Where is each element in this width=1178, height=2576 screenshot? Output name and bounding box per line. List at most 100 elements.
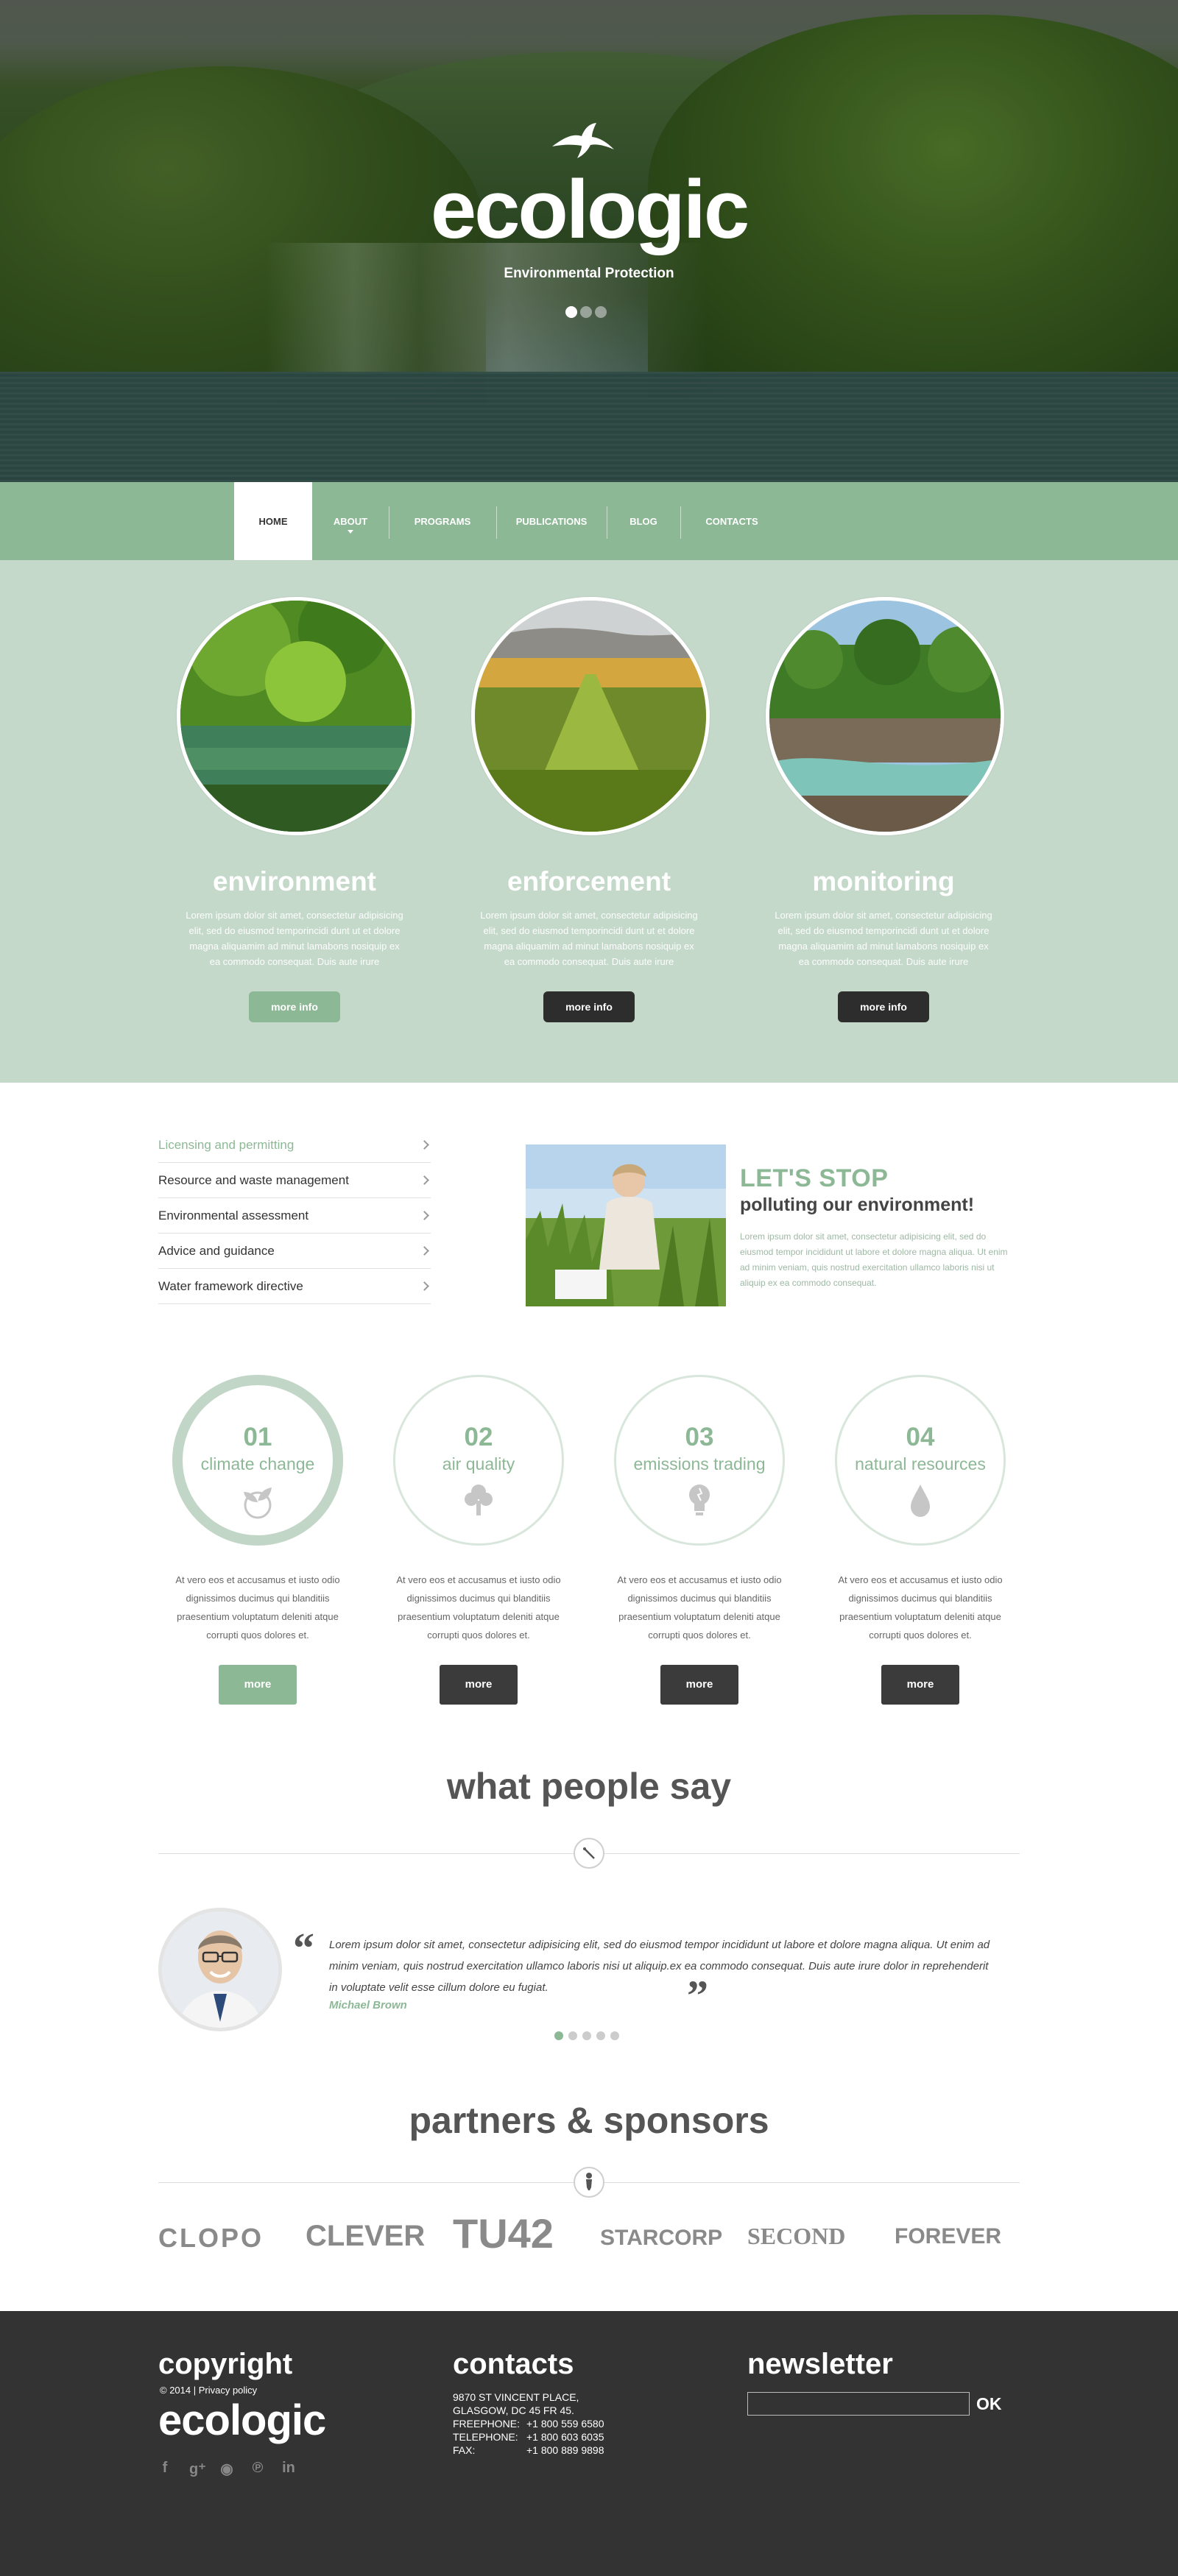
main-nav: HOME ABOUT PROGRAMS PUBLICATIONS BLOG CO…	[0, 482, 1178, 560]
leaf-badge-icon	[574, 1838, 604, 1869]
slider-pagination	[565, 306, 607, 318]
services-section: environment Lorem ipsum dolor sit amet, …	[0, 560, 1178, 1083]
list-item[interactable]: Advice and guidance	[158, 1234, 431, 1269]
more-info-button[interactable]: more info	[543, 991, 635, 1022]
lets-stop-subtitle: polluting our environment!	[740, 1195, 975, 1215]
pinterest-icon[interactable]: ℗	[251, 2460, 264, 2478]
feature-text: At vero eos et accusamus et iusto odio d…	[396, 1574, 561, 1641]
footer: copyright © 2014 | Privacy policy ecolog…	[0, 2311, 1178, 2576]
partners-title: partners & sponsors	[409, 2100, 769, 2141]
feature-number: 04	[906, 1423, 935, 1451]
feature-label: climate change	[200, 1454, 315, 1473]
feature-air-quality: 02 air quality At vero eos et accusamus …	[393, 1375, 564, 1705]
chevron-right-icon	[420, 1246, 429, 1256]
copyright-text[interactable]: © 2014 | Privacy policy	[160, 2385, 257, 2396]
tree-icon	[465, 1485, 493, 1515]
testimonial-dot[interactable]	[568, 2031, 577, 2040]
service-text: Lorem ipsum dolor sit amet, consectetur …	[186, 910, 403, 967]
monitoring-image[interactable]	[766, 597, 1004, 835]
more-button[interactable]: more	[219, 1665, 297, 1705]
testimonial-pagination	[554, 2031, 619, 2040]
rss-icon[interactable]: ◉	[220, 2460, 233, 2478]
more-button[interactable]: more	[440, 1665, 518, 1705]
chevron-right-icon	[420, 1175, 429, 1185]
copyright-title: copyright	[158, 2348, 293, 2380]
contacts-block: 9870 ST VINCENT PLACE, GLASGOW, DC 45 FR…	[453, 2391, 604, 2457]
nav-item-home[interactable]: HOME	[234, 482, 312, 560]
quote-open-icon: “	[293, 1924, 314, 1972]
linkedin-icon[interactable]: in	[282, 2460, 295, 2478]
service-title: monitoring	[812, 866, 955, 896]
nav-item-blog[interactable]: BLOG	[607, 482, 680, 560]
fax-number[interactable]: +1 800 889 9898	[526, 2444, 604, 2457]
newsletter-title: newsletter	[747, 2348, 893, 2380]
enforcement-image[interactable]	[471, 597, 710, 835]
service-text: Lorem ipsum dolor sit amet, consectetur …	[775, 910, 992, 967]
footer-logo[interactable]: ecologic	[158, 2396, 326, 2445]
service-card-enforcement: enforcement Lorem ipsum dolor sit amet, …	[471, 597, 710, 1022]
testimonial-dot[interactable]	[596, 2031, 605, 2040]
avatar	[158, 1908, 282, 2031]
service-card-monitoring: monitoring Lorem ipsum dolor sit amet, c…	[766, 597, 1004, 1022]
partner-logo-clever[interactable]: CLEVER	[306, 2220, 425, 2253]
feature-number: 03	[685, 1423, 714, 1451]
partner-logo-clopo[interactable]: CLOPO	[158, 2223, 264, 2254]
freephone-number[interactable]: +1 800 559 6580	[526, 2417, 604, 2430]
testimonials-title: what people say	[446, 1766, 732, 1807]
telephone-number[interactable]: +1 800 603 6035	[526, 2430, 604, 2444]
chevron-right-icon	[420, 1211, 429, 1220]
list-item[interactable]: Environmental assessment	[158, 1198, 431, 1234]
feature-text: At vero eos et accusamus et iusto odio d…	[617, 1574, 782, 1641]
service-title: enforcement	[507, 866, 671, 896]
quote-close-icon: ”	[687, 1972, 708, 2020]
testimonial-dot[interactable]	[582, 2031, 591, 2040]
bird-icon	[552, 123, 614, 158]
testimonial-dot[interactable]	[610, 2031, 619, 2040]
services-menu: Licensing and permitting Resource and wa…	[158, 1128, 431, 1304]
newsletter-email-input[interactable]	[747, 2392, 970, 2416]
list-item[interactable]: Resource and waste management	[158, 1163, 431, 1198]
contacts-title: contacts	[453, 2348, 574, 2380]
more-info-button[interactable]: more info	[838, 991, 929, 1022]
person-badge-icon	[574, 2167, 604, 2198]
partner-logo-second[interactable]: SECOND	[747, 2223, 845, 2250]
feature-emissions-trading: 03 emissions trading At vero eos et accu…	[614, 1375, 785, 1705]
more-info-button[interactable]: more info	[249, 991, 340, 1022]
slider-dot[interactable]	[580, 306, 592, 318]
woman-in-field-image	[526, 1144, 726, 1306]
nav-item-publications[interactable]: PUBLICATIONS	[496, 482, 607, 560]
testimonial-quote: Lorem ipsum dolor sit amet, consectetur …	[329, 1939, 990, 1994]
environment-image[interactable]	[177, 597, 415, 835]
google-plus-icon[interactable]: g⁺	[189, 2460, 206, 2478]
service-title: environment	[212, 866, 377, 896]
nav-item-programs[interactable]: PROGRAMS	[389, 482, 496, 560]
facebook-icon[interactable]: f	[158, 2460, 172, 2478]
partner-logo-starcorp[interactable]: STARCORP	[600, 2226, 722, 2251]
feature-natural-resources: 04 natural resources At vero eos et accu…	[835, 1375, 1006, 1705]
plant-globe-icon	[244, 1487, 272, 1519]
newsletter-submit-button[interactable]: OK	[976, 2392, 1002, 2416]
slider-dot[interactable]	[595, 306, 607, 318]
partners-logos: CLOPO CLEVER TU42 STARCORP SECOND FOREVE…	[158, 2210, 1020, 2260]
lightbulb-icon	[689, 1485, 710, 1515]
feature-label: air quality	[442, 1454, 515, 1473]
partner-logo-tu42[interactable]: TU42	[453, 2209, 554, 2257]
hero-logo[interactable]: ecologic	[368, 166, 810, 254]
list-item[interactable]: Licensing and permitting	[158, 1128, 431, 1163]
more-button[interactable]: more	[660, 1665, 738, 1705]
testimonial-author: Michael Brown	[329, 1999, 407, 2011]
nav-item-about[interactable]: ABOUT	[312, 482, 389, 560]
more-button[interactable]: more	[881, 1665, 959, 1705]
testimonial-dot[interactable]	[554, 2031, 563, 2040]
chevron-right-icon	[420, 1281, 429, 1291]
feature-text: At vero eos et accusamus et iusto odio d…	[175, 1574, 340, 1641]
nav-item-contacts[interactable]: CONTACTS	[680, 482, 783, 560]
slider-dot[interactable]	[565, 306, 577, 318]
social-links: f g⁺ ◉ ℗ in	[158, 2460, 295, 2478]
service-text: Lorem ipsum dolor sit amet, consectetur …	[480, 910, 698, 967]
water-drop-icon	[911, 1485, 930, 1517]
service-card-environment: environment Lorem ipsum dolor sit amet, …	[177, 597, 415, 1022]
lets-stop-text: Lorem ipsum dolor sit amet, consectetur …	[740, 1231, 1008, 1288]
list-item[interactable]: Water framework directive	[158, 1269, 431, 1304]
partner-logo-forever[interactable]: FOREVER	[895, 2224, 1001, 2249]
